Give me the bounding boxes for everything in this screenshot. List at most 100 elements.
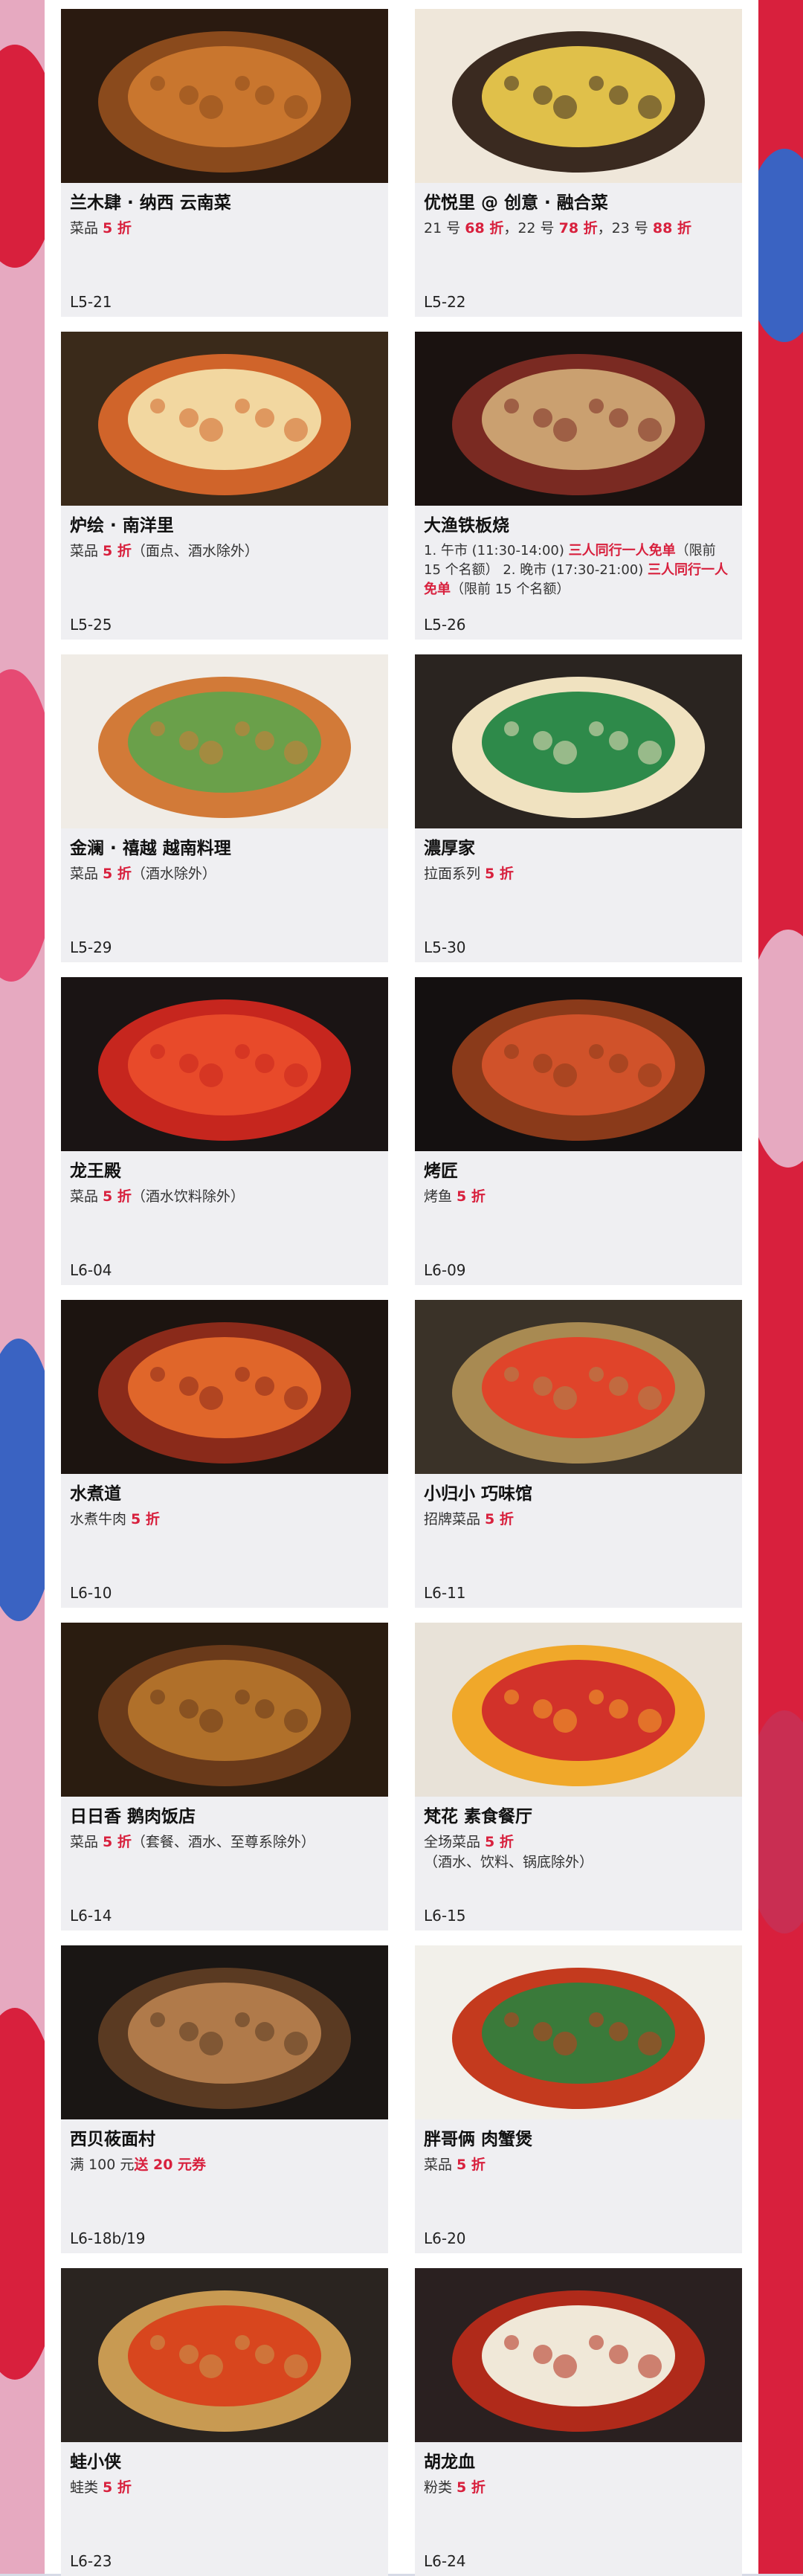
card-info: 蛙小侠 蛙类 5 折	[61, 2442, 388, 2498]
restaurant-name: 烤匠	[424, 1162, 458, 1181]
grilled-fish-photo	[415, 977, 742, 1151]
restaurant-card[interactable]: 兰木肆 · 纳西 云南菜 菜品 5 折 L5-21	[61, 9, 388, 317]
store-location-code: L5-22	[424, 293, 466, 311]
discount-highlight: 5 折	[457, 2157, 486, 2173]
promotion-segment: ，23 号	[597, 220, 653, 236]
promotion-text: 招牌菜品 5 折	[424, 1510, 733, 1530]
promotion-segment: 粉类	[424, 2479, 457, 2496]
promotion-text: 菜品 5 折	[70, 219, 379, 239]
promotion-segment: 菜品	[70, 1188, 103, 1205]
roast-goose-photo	[61, 1623, 388, 1797]
noodle-bowl-photo	[415, 2268, 742, 2442]
promotion-segment: 菜品	[70, 866, 103, 882]
promotion-text: 拉面系列 5 折	[424, 864, 733, 884]
promotion-segment: 1. 午市 (11:30-14:00)	[424, 543, 569, 558]
restaurant-card[interactable]: 梵花 素食餐厅全场菜品 5 折 （酒水、饮料、锅底除外） L6-15	[415, 1623, 742, 1931]
promotion-segment: （面点、酒水除外）	[131, 543, 259, 559]
boiled-beef-photo	[61, 1300, 388, 1474]
restaurant-card[interactable]: 胡龙血 粉类 5 折 L6-24	[415, 2268, 742, 2576]
restaurant-card[interactable]: 濃厚家 拉面系列 5 折 L5-30	[415, 654, 742, 962]
restaurant-card[interactable]: 小归小 巧味馆招牌菜品 5 折 L6-11	[415, 1300, 742, 1608]
restaurant-name: 濃厚家	[424, 839, 475, 858]
card-info: 龙王殿菜品 5 折（酒水饮料除外）	[61, 1151, 388, 1207]
promotion-segment: 全场菜品	[424, 1834, 486, 1850]
promotion-segment: 水煮牛肉	[70, 1511, 132, 1527]
restaurant-name: 胖哥俩 肉蟹煲	[424, 2130, 533, 2149]
discount-highlight: 88 折	[652, 220, 691, 236]
crayfish-photo	[61, 977, 388, 1151]
right-decor-stripe	[757, 0, 803, 2574]
restaurant-card[interactable]: 蛙小侠 蛙类 5 折 L6-23	[61, 2268, 388, 2576]
store-location-code: L6-15	[424, 1907, 466, 1925]
restaurant-card[interactable]: 大渔铁板烧 1. 午市 (11:30-14:00) 三人同行一人免单 （限前 15 …	[415, 332, 742, 640]
fried-insects-photo	[61, 9, 388, 183]
card-info: 胡龙血 粉类 5 折	[415, 2442, 742, 2498]
card-info: 西贝莜面村满 100 元送 20 元券	[61, 2119, 388, 2175]
discount-highlight: 5 折	[103, 1188, 132, 1205]
promotion-text: 菜品 5 折（酒水饮料除外）	[70, 1187, 379, 1207]
veggie-pot-photo	[415, 1623, 742, 1797]
restaurant-card[interactable]: 西贝莜面村满 100 元送 20 元券 L6-18b/19	[61, 1945, 388, 2253]
restaurant-name: 小归小 巧味馆	[424, 1484, 533, 1504]
restaurant-name: 龙王殿	[70, 1162, 121, 1181]
store-location-code: L6-14	[70, 1907, 112, 1925]
restaurant-name: 金澜 · 禧越 越南料理	[70, 839, 231, 858]
discount-highlight: 5 折	[103, 866, 132, 882]
restaurant-name: 梵花 素食餐厅	[424, 1807, 533, 1826]
promotion-segment: 满 100 元	[70, 2157, 135, 2173]
promotion-segment: 21 号	[424, 220, 465, 236]
promotion-segment: （酒水饮料除外）	[131, 1188, 245, 1205]
discount-highlight: 三人同行一人免单	[568, 543, 676, 558]
promotion-segment: 菜品	[70, 220, 103, 236]
ramen-photo	[415, 654, 742, 828]
restaurant-name: 胡龙血	[424, 2453, 475, 2472]
restaurant-card[interactable]: 日日香 鹅肉饭店菜品 5 折（套餐、酒水、至尊系除外） L6-14	[61, 1623, 388, 1931]
promotion-segment: （酒水除外）	[131, 866, 216, 882]
restaurant-card[interactable]: 胖哥俩 肉蟹煲 菜品 5 折 L6-20	[415, 1945, 742, 2253]
card-info: 优悦里 @ 创意 · 融合菜 21 号 68 折，22 号 78 折，23 号 8…	[415, 183, 742, 239]
restaurant-name: 优悦里 @ 创意 · 融合菜	[424, 193, 608, 213]
discount-highlight: 5 折	[131, 1511, 160, 1527]
discount-highlight: 78 折	[558, 220, 598, 236]
restaurant-card[interactable]: 龙王殿 菜品 5 折（酒水饮料除外） L6-04	[61, 977, 388, 1285]
restaurant-card[interactable]: 水煮道 水煮牛肉 5 折 L6-10	[61, 1300, 388, 1608]
crab-feast-photo	[61, 332, 388, 506]
restaurant-name: 日日香 鹅肉饭店	[70, 1807, 196, 1826]
restaurant-card[interactable]: 优悦里 @ 创意 · 融合菜 21 号 68 折，22 号 78 折，23 号 8…	[415, 9, 742, 317]
crab-pot-photo	[415, 1945, 742, 2119]
discount-highlight: 5 折	[103, 1834, 132, 1850]
restaurant-name: 炉绘 · 南洋里	[70, 516, 174, 535]
spicy-frog-photo	[61, 2268, 388, 2442]
discount-highlight: 5 折	[457, 1188, 486, 1205]
discount-highlight: 5 折	[485, 1511, 514, 1527]
promotion-text: 全场菜品 5 折 （酒水、饮料、锅底除外）	[424, 1832, 733, 1873]
promotion-text: 烤鱼 5 折	[424, 1187, 733, 1207]
promotion-text: 菜品 5 折（套餐、酒水、至尊系除外）	[70, 1832, 379, 1852]
promotion-text: 菜品 5 折（面点、酒水除外）	[70, 541, 379, 561]
promotion-segment: 菜品	[70, 543, 103, 559]
restaurant-card[interactable]: 烤匠 烤鱼 5 折 L6-09	[415, 977, 742, 1285]
restaurant-card[interactable]: 炉绘 · 南洋里 菜品 5 折（面点、酒水除外） L5-25	[61, 332, 388, 640]
restaurant-name: 大渔铁板烧	[424, 516, 509, 535]
card-info: 烤匠烤鱼 5 折	[415, 1151, 742, 1207]
promotion-segment: （限前 15 个名额）	[451, 582, 570, 597]
card-info: 濃厚家拉面系列 5 折	[415, 828, 742, 884]
discount-highlight: 68 折	[465, 220, 504, 236]
restaurant-grid: 兰木肆 · 纳西 云南菜 菜品 5 折 L5-21 优悦里 @ 创意 · 融合菜 21 …	[61, 9, 742, 2576]
discount-highlight: 5 折	[103, 2479, 132, 2496]
card-info: 胖哥俩 肉蟹煲 菜品 5 折	[415, 2119, 742, 2175]
promotion-segment: 蛙类	[70, 2479, 103, 2496]
promotion-text: 1. 午市 (11:30-14:00) 三人同行一人免单（限前 15 个名额） …	[424, 541, 733, 599]
store-location-code: L6-18b/19	[70, 2229, 146, 2247]
store-location-code: L6-11	[424, 1584, 466, 1602]
promotion-segment: 招牌菜品	[424, 1511, 486, 1527]
discount-highlight: 5 折	[103, 543, 132, 559]
store-location-code: L5-25	[70, 616, 112, 634]
soup-pot-photo	[415, 9, 742, 183]
restaurant-card[interactable]: 金澜 · 禧越 越南料理 菜品 5 折（酒水除外） L5-29	[61, 654, 388, 962]
card-info: 梵花 素食餐厅全场菜品 5 折 （酒水、饮料、锅底除外）	[415, 1797, 742, 1873]
promotion-segment: 菜品	[70, 1834, 103, 1850]
card-info: 大渔铁板烧 1. 午市 (11:30-14:00) 三人同行一人免单 （限前 15 …	[415, 506, 742, 599]
promotion-segment: ，22 号	[503, 220, 559, 236]
store-location-code: L5-21	[70, 293, 112, 311]
